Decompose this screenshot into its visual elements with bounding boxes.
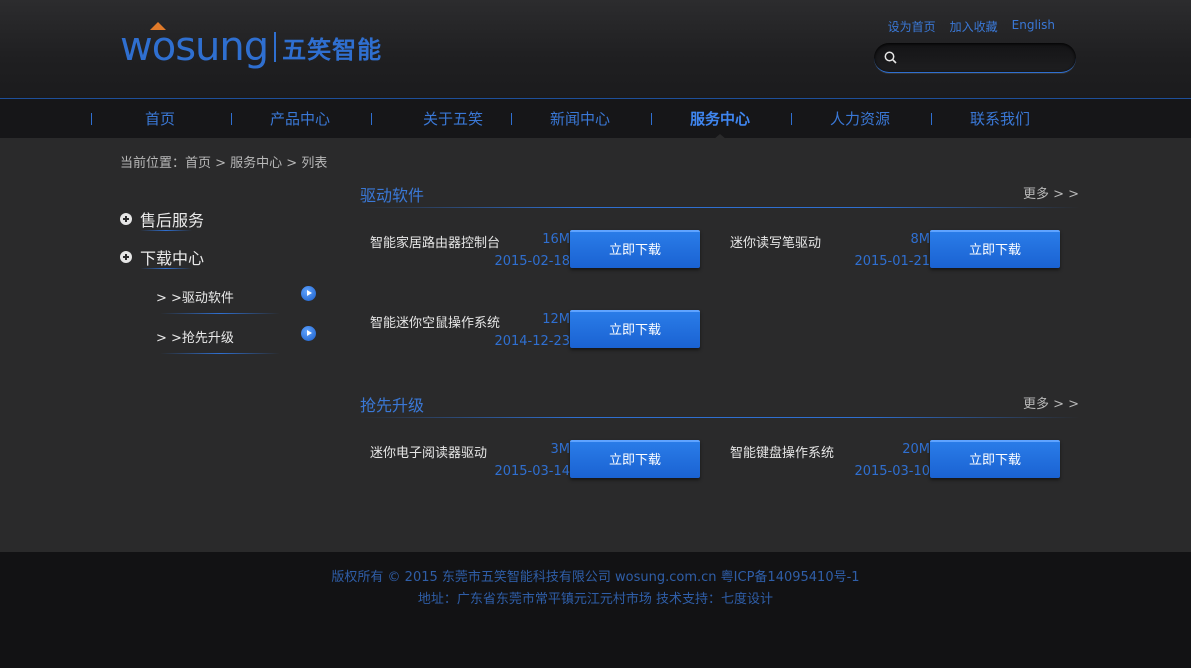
download-date: 2015-02-18	[494, 254, 570, 269]
sidebar-item-downloads[interactable]: 下载中心	[120, 245, 204, 269]
download-name: 迷你电子阅读器驱动	[370, 446, 488, 461]
logo[interactable]: wosung 五笑智能	[120, 22, 382, 72]
sidebar-underline	[140, 268, 192, 269]
sidebar-item-label: 下载中心	[140, 249, 205, 268]
section-title-drivers: 驱动软件	[360, 186, 425, 205]
logo-wordmark: wosung	[120, 22, 269, 70]
header: wosung 五笑智能 设为首页 加入收藏 English	[0, 0, 1191, 98]
play-arrow-icon	[301, 326, 316, 341]
nav-item-hr[interactable]: 人力资源	[790, 99, 930, 139]
download-item: 智能键盘操作系统 20M 2015-03-10 立即下载	[720, 440, 1060, 480]
english-link[interactable]: English	[1012, 18, 1055, 35]
download-item: 智能家居路由器控制台 16M 2015-02-18 立即下载	[360, 230, 700, 270]
sidebar-underline	[140, 230, 192, 231]
logo-separator	[274, 32, 277, 62]
set-homepage-link[interactable]: 设为首页	[888, 18, 936, 35]
download-name: 迷你读写笔驱动	[730, 236, 822, 251]
download-button[interactable]: 立即下载	[570, 230, 700, 268]
top-links: 设为首页 加入收藏 English	[888, 18, 1055, 35]
download-button[interactable]: 立即下载	[570, 440, 700, 478]
main-nav: 首页 产品中心 关于五笑 新闻中心 服务中心 人力资源 联系我们	[0, 98, 1191, 139]
download-size: 8M	[910, 232, 931, 247]
footer-copyright: 版权所有 © 2015 东莞市五笑智能科技有限公司 wosung.com.cn …	[331, 570, 860, 585]
sidebar-sub-label: > >抢先升级	[156, 331, 234, 346]
plus-circle-icon	[120, 213, 132, 225]
nav-item-products[interactable]: 产品中心	[230, 99, 370, 139]
sidebar-sub-upgrades[interactable]: > >抢先升级	[156, 326, 316, 346]
sidebar-item-after-sales[interactable]: 售后服务	[120, 207, 204, 231]
download-name: 智能家居路由器控制台	[370, 236, 501, 251]
nav-item-service[interactable]: 服务中心	[650, 99, 790, 139]
download-date: 2015-01-21	[854, 254, 930, 269]
download-button[interactable]: 立即下载	[930, 230, 1060, 268]
logo-cn-name: 五笑智能	[282, 35, 383, 64]
nav-item-about[interactable]: 关于五笑	[383, 99, 523, 139]
sidebar-sub-label: > >驱动软件	[156, 291, 234, 306]
search-icon[interactable]	[884, 51, 897, 68]
download-date: 2015-03-10	[854, 464, 930, 479]
download-size: 12M	[542, 312, 570, 327]
download-size: 3M	[550, 442, 571, 457]
section-divider	[360, 417, 1080, 418]
nav-item-contact[interactable]: 联系我们	[930, 99, 1070, 139]
sidebar-sub-underline	[160, 313, 280, 314]
download-item: 迷你读写笔驱动 8M 2015-01-21 立即下载	[720, 230, 1060, 270]
play-arrow-icon	[301, 286, 316, 301]
download-item: 智能迷你空鼠操作系统 12M 2014-12-23 立即下载	[360, 310, 700, 350]
section-divider	[360, 207, 1080, 208]
breadcrumb: 当前位置：首页 > 服务中心 > 列表	[120, 156, 328, 171]
sidebar-sub-underline	[160, 353, 280, 354]
sidebar-sub-drivers[interactable]: > >驱动软件	[156, 286, 316, 306]
download-button[interactable]: 立即下载	[930, 440, 1060, 478]
add-favorite-link[interactable]: 加入收藏	[950, 18, 998, 35]
search-box	[874, 43, 1076, 73]
more-link-upgrades[interactable]: 更多 > >	[1023, 393, 1079, 412]
footer-address: 地址：广东省东莞市常平镇元江元村市场 技术支持：七度设计	[417, 592, 774, 607]
download-date: 2015-03-14	[494, 464, 570, 479]
sidebar-item-label: 售后服务	[140, 211, 205, 230]
download-size: 20M	[902, 442, 930, 457]
nav-item-home[interactable]: 首页	[90, 99, 230, 139]
more-link-drivers[interactable]: 更多 > >	[1023, 183, 1079, 202]
download-size: 16M	[542, 232, 570, 247]
logo-hat-icon	[150, 22, 166, 30]
search-input[interactable]	[904, 48, 1064, 68]
nav-item-news[interactable]: 新闻中心	[510, 99, 650, 139]
download-name: 智能键盘操作系统	[730, 446, 835, 461]
download-name: 智能迷你空鼠操作系统	[370, 316, 501, 331]
section-title-upgrades: 抢先升级	[360, 396, 425, 415]
plus-circle-icon	[120, 251, 132, 263]
footer: 版权所有 © 2015 东莞市五笑智能科技有限公司 wosung.com.cn …	[0, 552, 1191, 668]
download-button[interactable]: 立即下载	[570, 310, 700, 348]
download-date: 2014-12-23	[494, 334, 570, 349]
nav-divider	[371, 113, 372, 125]
download-item: 迷你电子阅读器驱动 3M 2015-03-14 立即下载	[360, 440, 700, 480]
